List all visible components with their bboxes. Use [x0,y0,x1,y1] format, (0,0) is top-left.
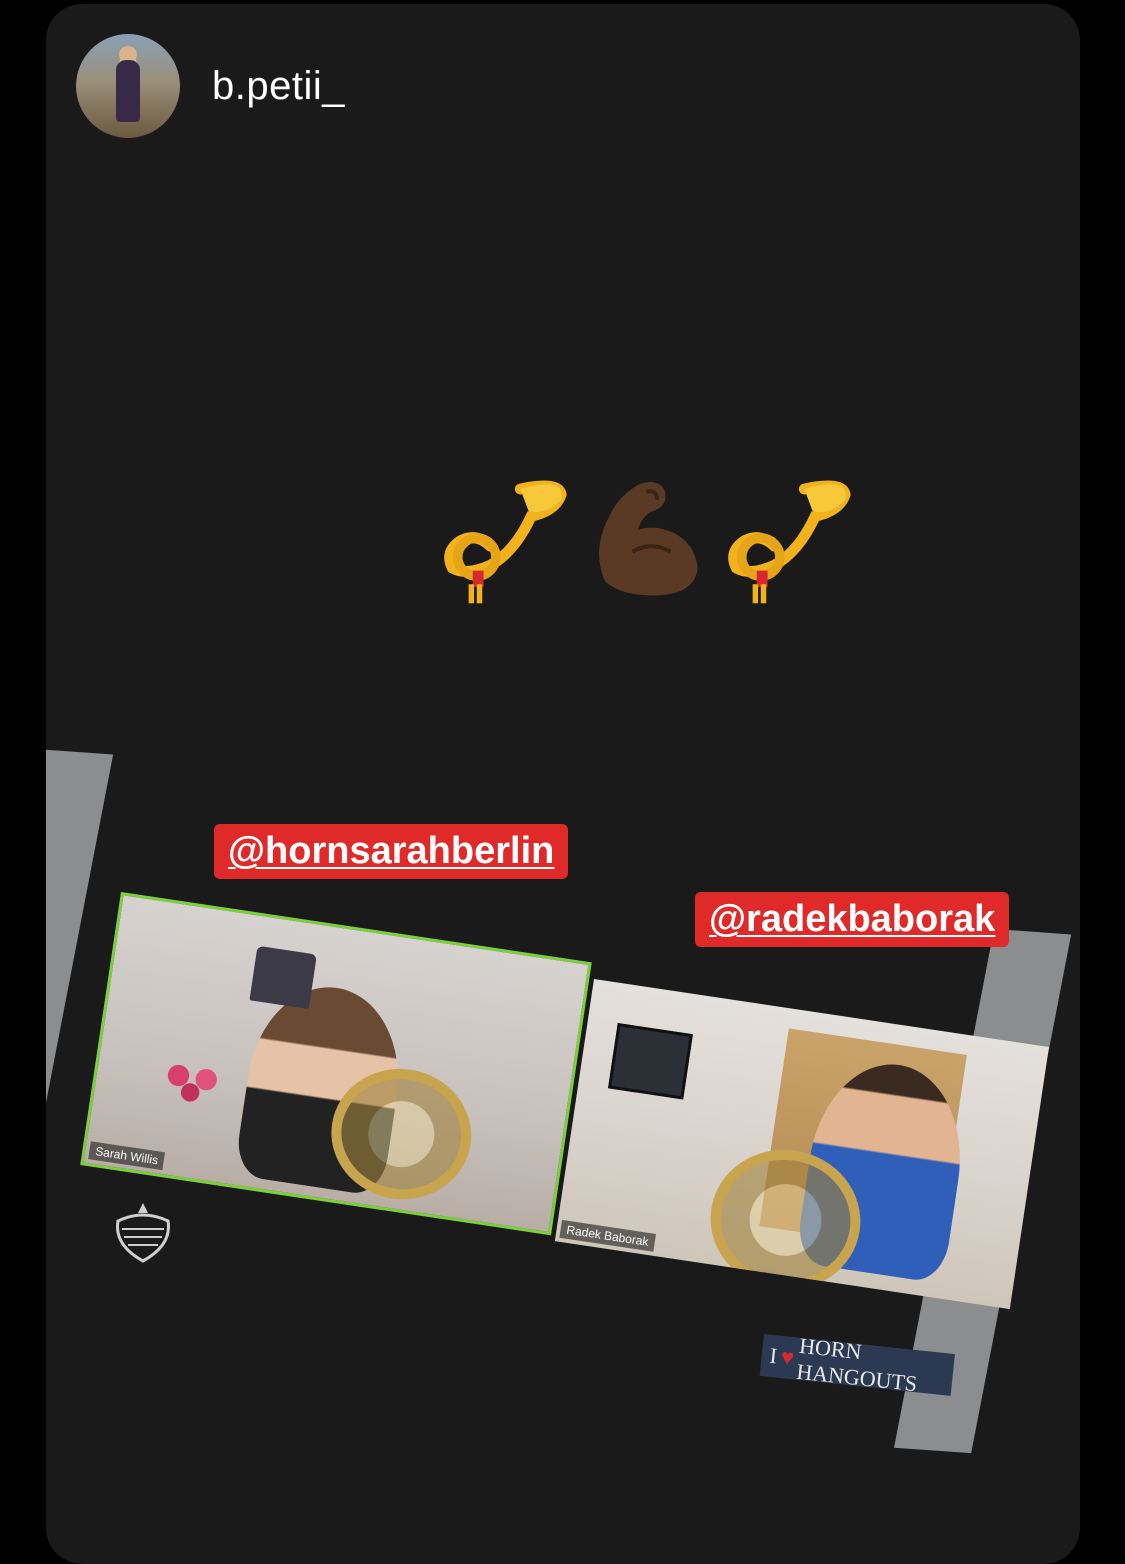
video-tile-sarah: Sarah Willis [80,892,592,1236]
participant-name-label: Sarah Willis [88,1141,166,1171]
reposted-screenshot: Sarah Willis Radek Baborak @hornsarahber… [46,4,1080,1564]
participant-name-label: Radek Baborak [559,1219,656,1252]
crest-watermark-icon [116,1203,170,1263]
heart-icon: ♥ [779,1343,796,1371]
wall-picture [608,1022,693,1100]
flowers [153,1052,230,1113]
mention-tag-radekbaborak[interactable]: @radekbaborak [695,892,1010,947]
story-card: b.petii_ Sarah Willis Radek Baborak @hor… [46,4,1080,1564]
lamp-shade [249,945,317,1010]
mention-tag-hornsarahberlin[interactable]: @hornsarahberlin [214,824,569,879]
banner-prefix: I [768,1342,779,1369]
